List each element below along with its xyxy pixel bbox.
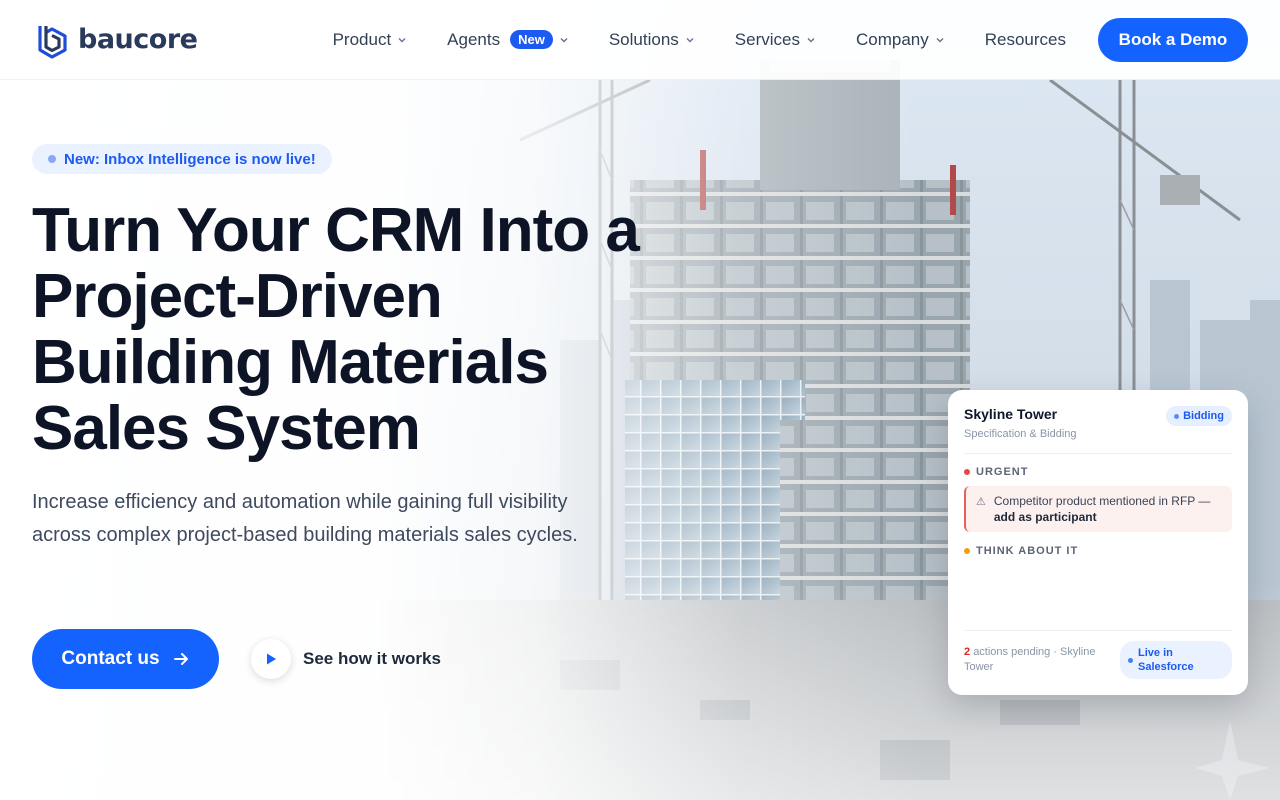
new-badge: New xyxy=(510,30,553,49)
brand-name: baucore xyxy=(78,24,198,55)
baucore-logo-icon xyxy=(38,25,67,59)
chevron-down-icon xyxy=(807,37,815,42)
nav-item-label: Solutions xyxy=(608,29,679,49)
hero-subtitle: Increase efficiency and automation while… xyxy=(32,491,578,546)
arrow-right-icon xyxy=(173,653,188,665)
chevron-down-icon xyxy=(560,37,568,42)
site-header: baucore Product Agents New Solutions Ser… xyxy=(0,0,1280,80)
main-navigation: Product Agents New Solutions Services Co… xyxy=(333,17,1248,62)
nav-item-label: Agents xyxy=(447,29,501,49)
chevron-down-icon xyxy=(398,37,406,42)
alert-action: add as participant xyxy=(993,510,1097,524)
think-section-label: THINK ABOUT IT xyxy=(964,545,1232,557)
status-dot-icon xyxy=(1174,413,1180,419)
nav-item-agents[interactable]: Agents New xyxy=(447,30,569,50)
think-dot-icon xyxy=(964,548,970,554)
live-label: Live in Salesforce xyxy=(1138,647,1194,673)
urgent-dot-icon xyxy=(964,469,970,475)
competitor-alert[interactable]: ⚠ Competitor product mentioned in RFP — … xyxy=(964,486,1232,532)
card-title: Skyline Tower xyxy=(964,406,1058,422)
chevron-down-icon xyxy=(936,37,944,42)
contact-us-label: Contact us xyxy=(61,648,160,669)
card-divider xyxy=(964,453,1232,454)
alert-message: Competitor product mentioned in RFP — ad… xyxy=(994,493,1211,525)
pending-text: actions pending · Skyline Tower xyxy=(964,646,1096,673)
urgent-section-label: URGENT xyxy=(964,466,1232,478)
think-label: THINK ABOUT IT xyxy=(976,545,1079,557)
nav-item-label: Services xyxy=(734,29,800,49)
live-in-salesforce-badge: Live in Salesforce xyxy=(1120,641,1232,679)
nav-item-company[interactable]: Company xyxy=(856,30,945,50)
play-icon xyxy=(267,653,276,665)
nav-item-product[interactable]: Product xyxy=(333,30,408,50)
see-how-it-works-link[interactable]: See how it works xyxy=(251,639,441,679)
card-subtitle: Specification & Bidding xyxy=(964,428,1077,440)
project-card: Skyline Tower Specification & Bidding Bi… xyxy=(948,390,1248,695)
nav-item-solutions[interactable]: Solutions xyxy=(609,30,695,50)
nav-item-resources[interactable]: Resources xyxy=(985,30,1066,50)
see-how-it-works-label: See how it works xyxy=(303,649,441,668)
nav-item-label: Resources xyxy=(984,29,1066,49)
alert-text: Competitor product mentioned in RFP — xyxy=(993,494,1211,508)
announcement-text: New: Inbox Intelligence is now live! xyxy=(64,150,316,168)
status-badge-label: Bidding xyxy=(1183,410,1224,422)
card-header: Skyline Tower Specification & Bidding Bi… xyxy=(964,406,1232,440)
urgent-label: URGENT xyxy=(976,466,1029,478)
book-demo-button[interactable]: Book a Demo xyxy=(1098,17,1248,62)
announcement-dot-icon xyxy=(48,155,56,163)
play-button[interactable] xyxy=(251,639,291,679)
nav-item-label: Company xyxy=(855,29,929,49)
warning-icon: ⚠ xyxy=(976,496,986,508)
pending-actions: 2 actions pending · Skyline Tower xyxy=(964,645,1114,675)
pending-count: 2 xyxy=(964,646,971,658)
nav-item-label: Product xyxy=(332,29,392,49)
contact-us-button[interactable]: Contact us xyxy=(32,629,219,689)
live-dot-icon xyxy=(1128,657,1133,663)
card-footer: 2 actions pending · Skyline Tower Live i… xyxy=(964,630,1232,679)
chevron-down-icon xyxy=(686,37,694,42)
hero-title: Turn Your CRM Into a Project-Driven Buil… xyxy=(32,196,640,463)
announcement-pill[interactable]: New: Inbox Intelligence is now live! xyxy=(32,144,332,174)
brand-logo[interactable]: baucore xyxy=(32,20,198,60)
nav-item-services[interactable]: Services xyxy=(735,30,816,50)
status-badge: Bidding xyxy=(1166,406,1232,426)
